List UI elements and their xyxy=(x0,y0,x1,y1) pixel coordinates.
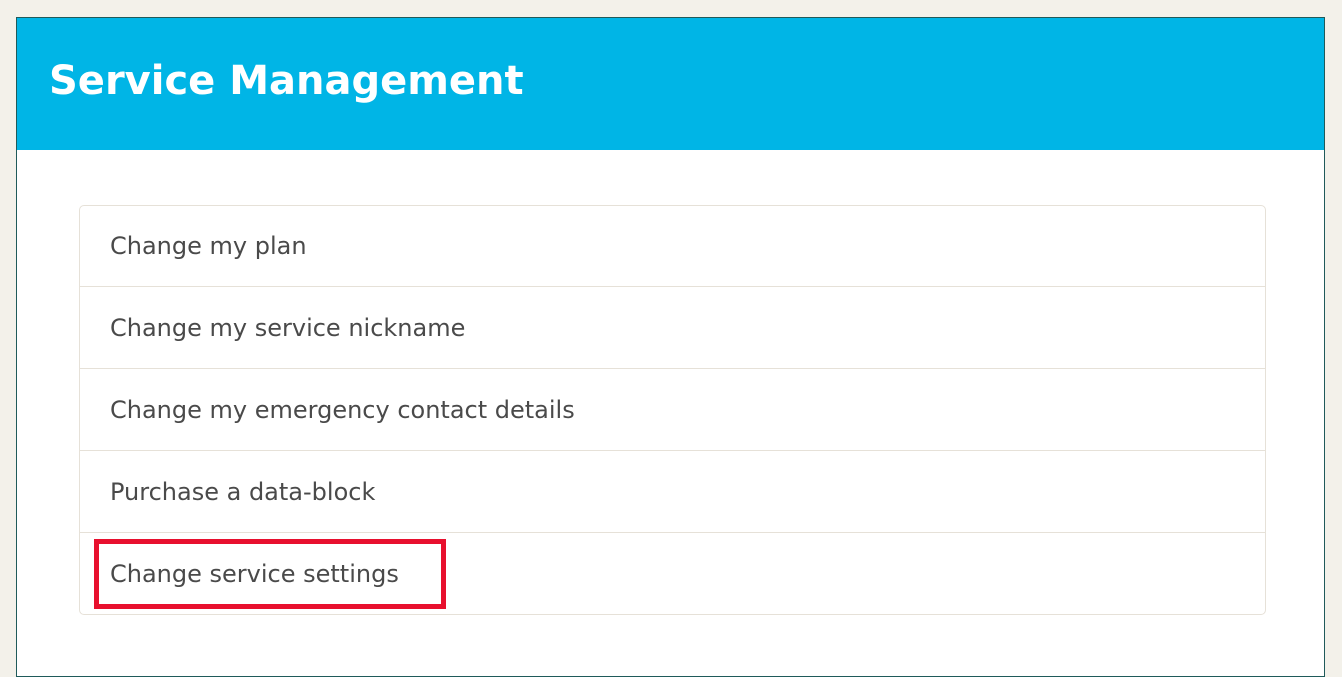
menu-item-purchase-data-block[interactable]: Purchase a data-block xyxy=(80,450,1265,532)
menu-item-label: Purchase a data-block xyxy=(110,477,376,506)
service-options-list: Change my plan Change my service nicknam… xyxy=(79,205,1266,615)
menu-item-change-emergency-contact[interactable]: Change my emergency contact details xyxy=(80,368,1265,450)
menu-item-label: Change my plan xyxy=(110,232,307,260)
menu-item-change-plan[interactable]: Change my plan xyxy=(80,206,1265,286)
service-management-panel: Service Management Change my plan Change… xyxy=(16,17,1325,677)
menu-item-change-nickname[interactable]: Change my service nickname xyxy=(80,286,1265,368)
page-title: Service Management xyxy=(49,58,524,104)
menu-item-change-service-settings[interactable]: Change service settings xyxy=(80,532,1265,614)
menu-item-label: Change my service nickname xyxy=(110,313,466,342)
menu-item-label: Change my emergency contact details xyxy=(110,395,575,424)
menu-item-label: Change service settings xyxy=(110,559,399,588)
panel-header: Service Management xyxy=(17,18,1324,150)
